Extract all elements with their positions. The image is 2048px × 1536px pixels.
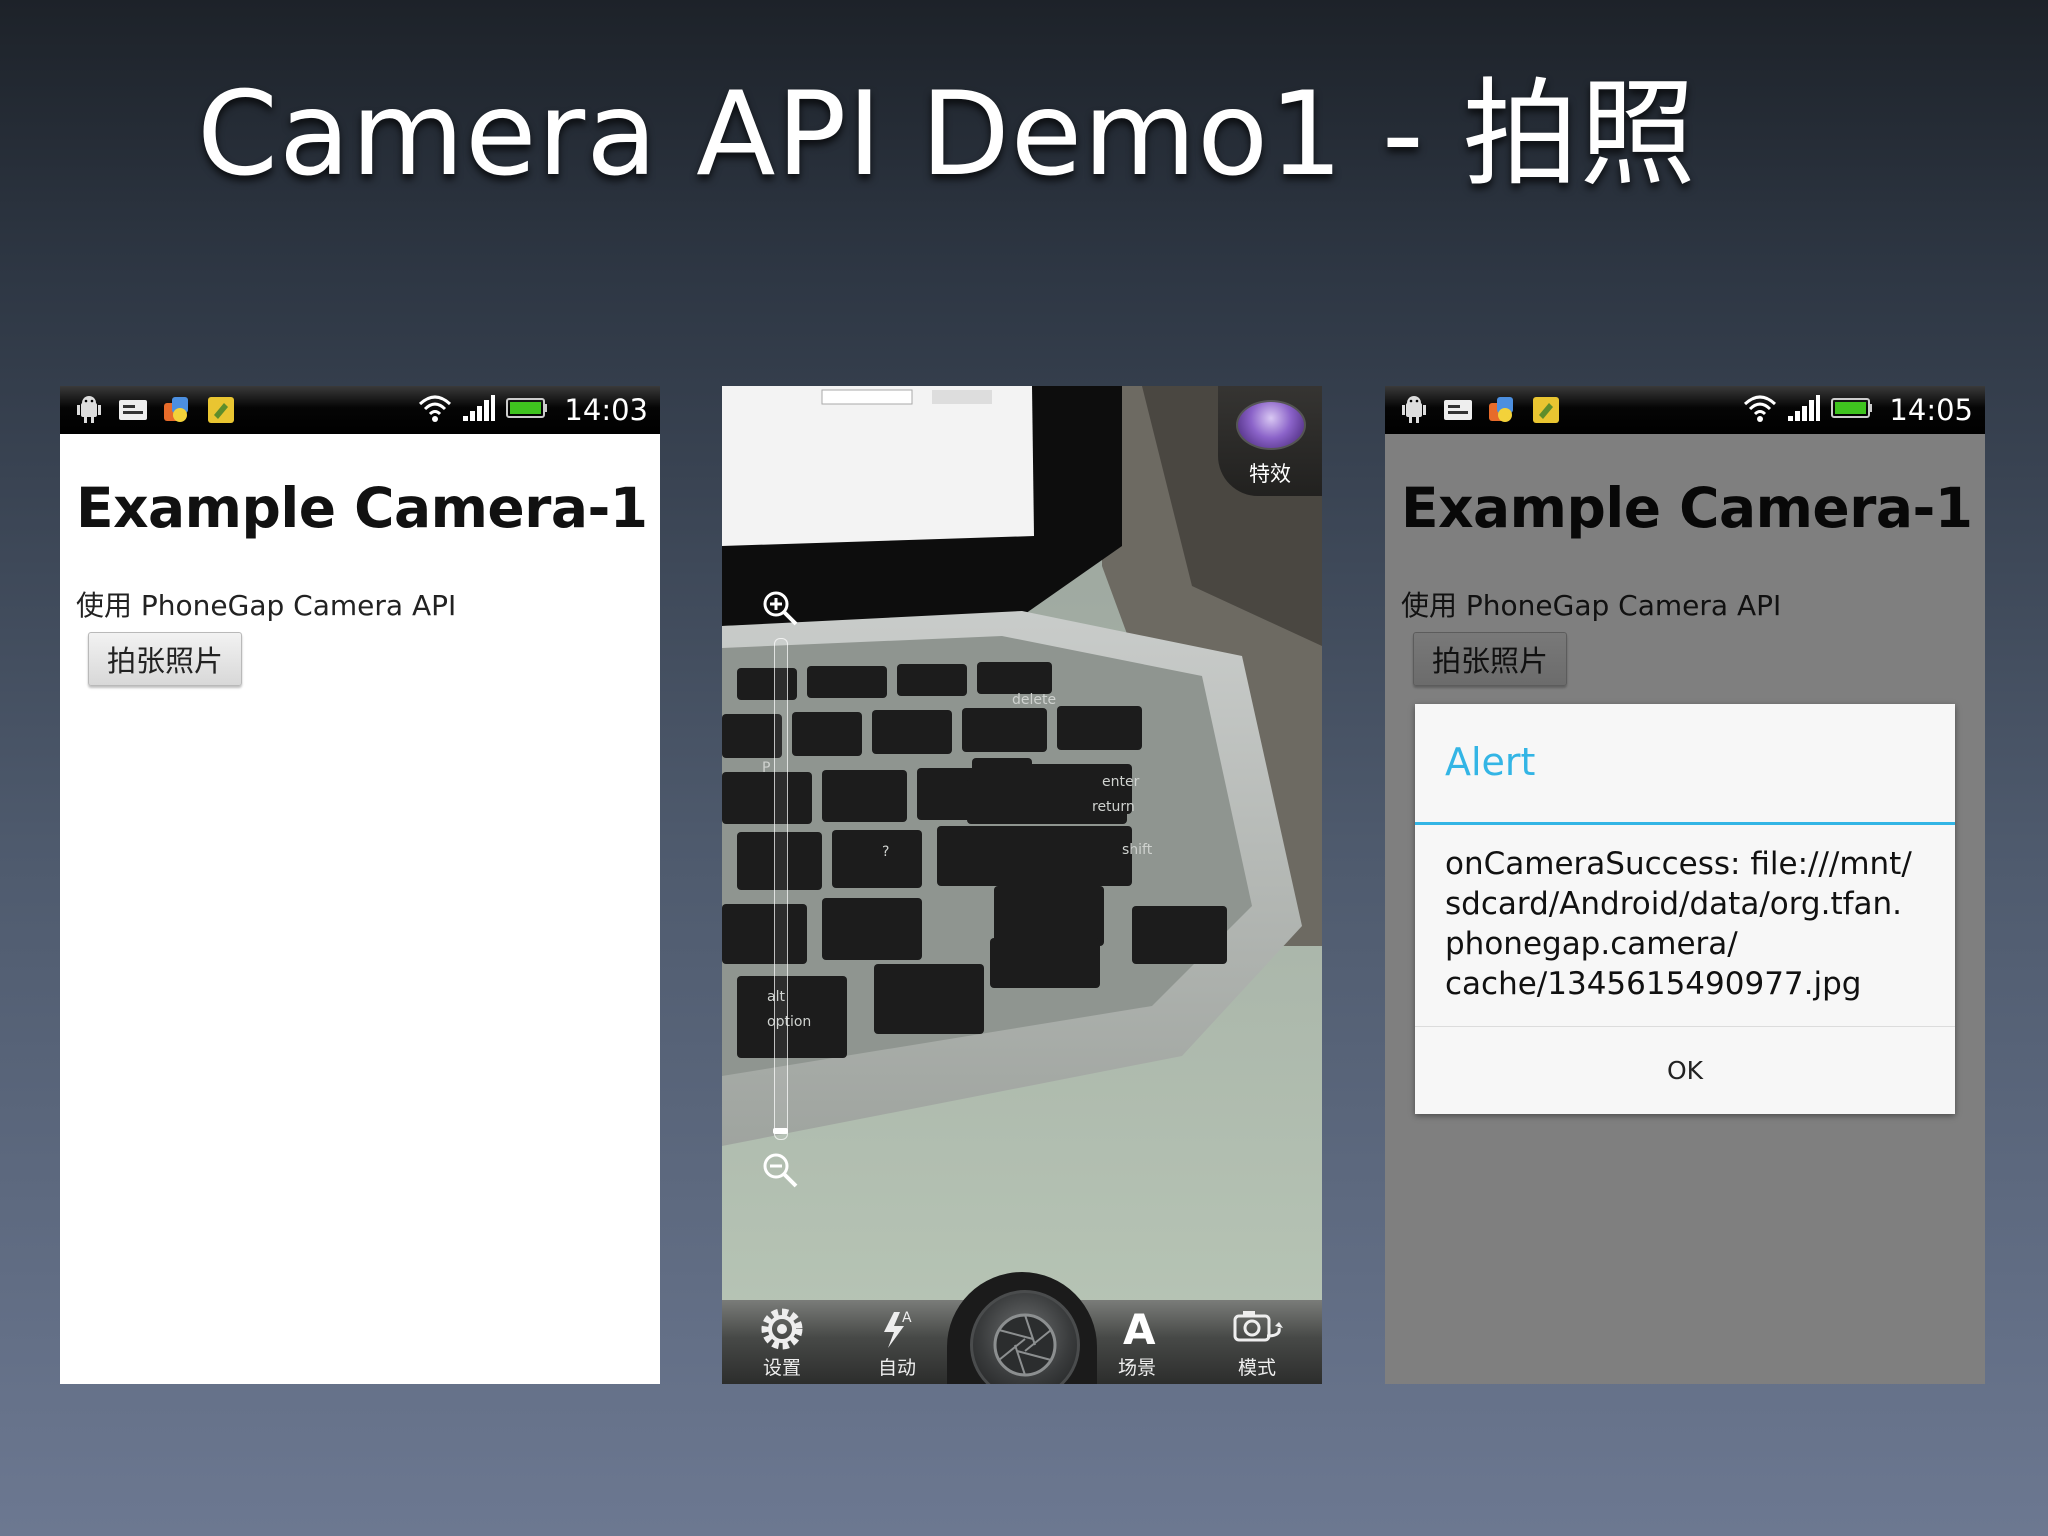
scene-icon: A [1082, 1306, 1192, 1352]
notes-icon [206, 395, 236, 425]
android-debug-icon [1399, 395, 1429, 425]
app-launcher-icon [162, 395, 192, 425]
svg-text:A: A [902, 1310, 912, 1326]
wifi-icon [1743, 394, 1777, 426]
svg-text:shift: shift [1122, 842, 1153, 858]
effects-orb-icon [1236, 400, 1306, 450]
zoom-slider[interactable] [774, 638, 788, 1140]
battery-icon [506, 396, 548, 424]
effects-label: 特效 [1249, 462, 1291, 486]
alert-title-divider [1415, 822, 1955, 825]
phone-screen-after: 14:05 Example Camera-1 使用 PhoneGap Camer… [1385, 386, 1985, 1384]
alert-title: Alert [1445, 740, 1536, 784]
svg-text:return: return [1092, 799, 1135, 815]
svg-text:A: A [1123, 1306, 1156, 1352]
svg-text:enter: enter [1102, 774, 1140, 790]
app-launcher-icon [1487, 395, 1517, 425]
aperture-icon [993, 1313, 1057, 1377]
camera-mode-icon [1202, 1306, 1312, 1352]
android-debug-icon [74, 395, 104, 425]
alert-message-line: sdcard/Android/data/org.tfan. [1445, 886, 1903, 922]
settings-label: 设置 [762, 1357, 801, 1379]
sms-icon [118, 395, 148, 425]
alert-message-line: onCameraSuccess: file:///mnt/ [1445, 846, 1912, 882]
alert-dialog: Alert onCameraSuccess: file:///mnt/ sdca… [1415, 704, 1955, 1114]
gear-icon [727, 1306, 837, 1352]
alert-message-line: cache/1345615490977.jpg [1445, 966, 1862, 1002]
signal-icon [462, 394, 496, 426]
status-bar: 14:03 [60, 386, 660, 434]
alert-message: onCameraSuccess: file:///mnt/ sdcard/And… [1445, 844, 1945, 1004]
app-heading: Example Camera-1 [76, 476, 648, 540]
slide-title: Camera API Demo1 - 拍照 [197, 67, 1697, 202]
svg-text:?: ? [882, 844, 889, 860]
battery-icon [1831, 396, 1873, 424]
scene-button[interactable]: A 场景 [1082, 1300, 1192, 1384]
camera-preview-image: deleteenterreturn shiftaltoption P? [722, 386, 1322, 1384]
notes-icon [1531, 395, 1561, 425]
shutter-button[interactable] [970, 1290, 1080, 1384]
svg-text:P: P [762, 760, 770, 776]
wifi-icon [418, 394, 452, 426]
zoom-slider-handle[interactable] [773, 1128, 788, 1134]
ok-button[interactable]: OK [1415, 1027, 1955, 1114]
camera-mode-button[interactable]: 模式 [1202, 1300, 1312, 1384]
zoom-out-icon[interactable] [760, 1150, 800, 1194]
status-bar: 14:05 [1385, 386, 1985, 434]
sms-icon [1443, 395, 1473, 425]
clock: 14:05 [1889, 393, 1973, 427]
alert-message-line: phonegap.camera/ [1445, 926, 1738, 962]
flash-auto-icon: A [842, 1306, 952, 1352]
zoom-in-icon[interactable] [760, 588, 800, 632]
settings-button[interactable]: 设置 [727, 1300, 837, 1384]
camera-viewfinder[interactable]: delete enter return shift alt option P? 特效 设… [722, 386, 1322, 1384]
scene-label: 场景 [1117, 1357, 1156, 1379]
app-subtitle: 使用 PhoneGap Camera API [76, 589, 457, 622]
effects-button[interactable]: 特效 [1218, 386, 1322, 496]
phone-screen-before: 14:03 Example Camera-1 使用 PhoneGap Camer… [60, 386, 660, 1384]
svg-text:delete: delete [1012, 692, 1056, 708]
signal-icon [1787, 394, 1821, 426]
camera-mode-label: 模式 [1237, 1357, 1276, 1379]
flash-mode-label: 自动 [877, 1357, 916, 1379]
take-photo-button[interactable]: 拍张照片 [88, 632, 242, 686]
clock: 14:03 [564, 393, 648, 427]
flash-mode-button[interactable]: A 自动 [842, 1300, 952, 1384]
